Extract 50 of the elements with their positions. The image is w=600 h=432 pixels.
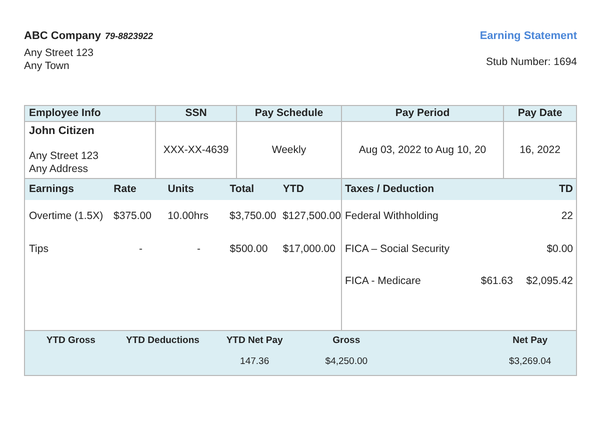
info-value: 16, 2022 [520, 144, 560, 156]
address-line: Any Town [24, 60, 70, 72]
table-cell-text: FICA - Medicare [345, 275, 422, 288]
column-header: Pay Schedule [237, 106, 342, 121]
table-cell: $127,500.00 [282, 210, 341, 222]
address-line: Any Street 123 [24, 47, 94, 60]
table-cell: - [197, 242, 201, 255]
company-name: ABC Company [24, 30, 102, 44]
table-cell: - [138, 242, 142, 255]
table-cell-text: FICA – Social Security [345, 242, 450, 256]
table-cell: $17,000.00 [282, 242, 336, 255]
column-header: Taxes / Deduction [345, 183, 436, 196]
column-header: Pay Date [516, 106, 564, 121]
summary-label: YTD Gross [45, 335, 96, 347]
summary-label: YTD Deductions [125, 335, 200, 347]
column-header: Employee Info [25, 106, 156, 121]
table-cell: 22 [561, 210, 573, 222]
company-ein: 79-8823922 [105, 31, 154, 42]
table-cell-text: Federal Withholding [345, 210, 440, 223]
table-cell: 10.00hrs [168, 210, 208, 222]
table-cell: $500.00 [230, 242, 268, 255]
stub-number: Stub Number: 1694 [484, 56, 577, 69]
summary-label: YTD Net Pay [225, 335, 284, 347]
column-header: Units [168, 183, 196, 196]
table-cell: $375.00 [114, 210, 152, 222]
info-value: Weekly [272, 144, 306, 156]
column-header: Rate [114, 183, 138, 196]
employee-name: John Citizen [29, 124, 96, 138]
table-cell: $2,095.42 [526, 275, 573, 288]
column-header: Total [230, 183, 256, 196]
summary-label: Net Pay [512, 335, 548, 347]
statement-title: Earning Statement [480, 30, 577, 44]
column-header: YTD [282, 183, 305, 196]
table-cell: Tips [29, 242, 48, 255]
info-value: XXX-XX-4639 [163, 144, 229, 156]
address-line: Any Address [29, 162, 89, 176]
column-header: Pay Period [342, 106, 504, 121]
table-cell: $3,750.00 [230, 210, 276, 222]
column-header: TD [559, 183, 573, 196]
column-header: Earnings [29, 183, 75, 196]
address-line: Any Street 123 [29, 150, 100, 163]
info-value: Aug 03, 2022 to Aug 10, 20 [358, 144, 486, 156]
summary-value: $3,269.04 [508, 356, 552, 368]
summary-label: Gross [332, 335, 362, 347]
table-cell: $0.00 [546, 242, 573, 255]
column-header: SSN [156, 106, 237, 121]
table-cell: $61.63 [480, 275, 513, 288]
summary-value: $4,250.00 [324, 356, 369, 368]
table-cell: Overtime (1.5X) [29, 210, 104, 222]
summary-value: 147.36 [239, 356, 270, 368]
